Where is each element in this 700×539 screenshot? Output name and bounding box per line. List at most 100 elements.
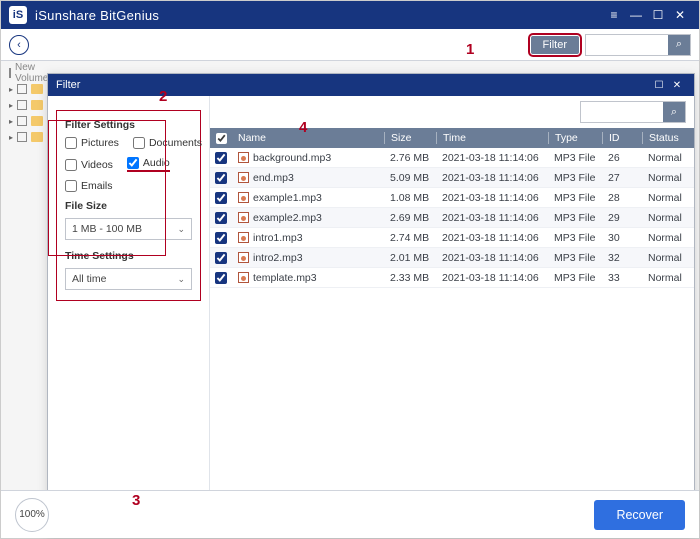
- header-name[interactable]: Name: [232, 132, 384, 144]
- chevron-down-icon: ⌄: [177, 274, 185, 285]
- time-select[interactable]: All time⌄: [65, 268, 192, 290]
- filter-settings-box: Filter Settings Pictures Documents Video…: [56, 110, 201, 301]
- file-type: MP3 File: [548, 252, 602, 264]
- filter-panel-close[interactable]: ✕: [668, 80, 686, 91]
- file-type: MP3 File: [548, 192, 602, 204]
- file-id: 28: [602, 192, 642, 204]
- file-icon: [238, 272, 249, 283]
- bottom-bar: 100% Recover: [1, 490, 699, 538]
- file-type: MP3 File: [548, 212, 602, 224]
- file-icon: [238, 252, 249, 263]
- file-time: 2021-03-18 11:14:06: [436, 212, 548, 224]
- row-checkbox[interactable]: [215, 232, 227, 244]
- row-checkbox[interactable]: [215, 192, 227, 204]
- file-status: Normal: [642, 192, 694, 204]
- file-name: template.mp3: [253, 272, 317, 284]
- minimize-button[interactable]: —: [625, 8, 647, 22]
- title-bar: iS iSunshare BitGenius ≡ — ☐ ✕: [1, 1, 699, 29]
- progress-indicator: 100%: [15, 498, 49, 532]
- file-size: 2.01 MB: [384, 252, 436, 264]
- file-size: 2.69 MB: [384, 212, 436, 224]
- file-status: Normal: [642, 232, 694, 244]
- file-name: end.mp3: [253, 172, 294, 184]
- header-id[interactable]: ID: [602, 132, 642, 144]
- filter-settings-pane: Filter Settings Pictures Documents Video…: [48, 96, 210, 534]
- table-row[interactable]: intro2.mp3 2.01 MB2021-03-18 11:14:06MP3 …: [210, 248, 694, 268]
- time-settings-heading: Time Settings: [65, 250, 192, 262]
- file-size: 1.08 MB: [384, 192, 436, 204]
- table-row[interactable]: example1.mp31.08 MB2021-03-18 11:14:06MP…: [210, 188, 694, 208]
- search-icon[interactable]: ⌕: [663, 102, 685, 122]
- folder-tree: New Volume(E:\) ▸ ▸ ▸ ▸: [9, 65, 49, 145]
- toolbar: ‹ Filter ⌕: [1, 29, 699, 61]
- file-icon: [238, 172, 249, 183]
- filter-audio[interactable]: Audio: [127, 157, 170, 172]
- file-type: MP3 File: [548, 172, 602, 184]
- row-checkbox[interactable]: [215, 252, 227, 264]
- file-size-select[interactable]: 1 MB - 100 MB⌄: [65, 218, 192, 240]
- file-size-heading: File Size: [65, 200, 192, 212]
- close-button[interactable]: ✕: [669, 8, 691, 22]
- file-size: 2.76 MB: [384, 152, 436, 164]
- table-row[interactable]: intro1.mp32.74 MB2021-03-18 11:14:06MP3 …: [210, 228, 694, 248]
- header-size[interactable]: Size: [384, 132, 436, 144]
- filter-pictures[interactable]: Pictures: [65, 137, 119, 149]
- filter-settings-heading: Filter Settings: [65, 119, 192, 131]
- file-size: 5.09 MB: [384, 172, 436, 184]
- row-checkbox[interactable]: [215, 152, 227, 164]
- maximize-button[interactable]: ☐: [647, 8, 669, 22]
- menu-icon[interactable]: ≡: [603, 8, 625, 22]
- file-status: Normal: [642, 272, 694, 284]
- file-name: intro1.mp3: [253, 232, 303, 244]
- filter-results-pane: ⌕ Name Size Time Type ID Status backgrou…: [210, 96, 694, 534]
- search-box-main: ⌕: [585, 34, 691, 56]
- file-id: 26: [602, 152, 642, 164]
- file-size: 2.33 MB: [384, 272, 436, 284]
- row-checkbox[interactable]: [215, 272, 227, 284]
- file-time: 2021-03-18 11:14:06: [436, 152, 548, 164]
- file-time: 2021-03-18 11:14:06: [436, 252, 548, 264]
- app-logo: iS: [9, 6, 27, 24]
- file-name: example2.mp3: [253, 212, 322, 224]
- row-checkbox[interactable]: [215, 212, 227, 224]
- file-icon: [238, 212, 249, 223]
- file-name: background.mp3: [253, 152, 331, 164]
- filter-button[interactable]: Filter: [531, 36, 579, 54]
- file-name: intro2.mp3: [253, 252, 303, 264]
- search-input-main[interactable]: [586, 35, 668, 55]
- row-checkbox[interactable]: [215, 172, 227, 184]
- header-status[interactable]: Status: [642, 132, 694, 144]
- file-type: MP3 File: [548, 232, 602, 244]
- file-icon: [238, 152, 249, 163]
- file-id: 29: [602, 212, 642, 224]
- file-time: 2021-03-18 11:14:06: [436, 172, 548, 184]
- file-icon: [238, 232, 249, 243]
- file-id: 30: [602, 232, 642, 244]
- file-id: 27: [602, 172, 642, 184]
- select-all-checkbox[interactable]: [216, 133, 227, 144]
- search-box-panel: ⌕: [580, 101, 686, 123]
- table-row[interactable]: example2.mp3 2.69 MB2021-03-18 11:14:06MP…: [210, 208, 694, 228]
- app-title: iSunshare BitGenius: [35, 8, 603, 23]
- table-row[interactable]: background.mp3 2.76 MB2021-03-18 11:14:06…: [210, 148, 694, 168]
- search-input-panel[interactable]: [581, 102, 663, 122]
- table-row[interactable]: end.mp3 5.09 MB2021-03-18 11:14:06MP3 Fil…: [210, 168, 694, 188]
- table-header: Name Size Time Type ID Status: [210, 128, 694, 148]
- file-time: 2021-03-18 11:14:06: [436, 232, 548, 244]
- search-icon[interactable]: ⌕: [668, 35, 690, 55]
- file-status: Normal: [642, 252, 694, 264]
- header-type[interactable]: Type: [548, 132, 602, 144]
- recover-button[interactable]: Recover: [594, 500, 685, 530]
- table-row[interactable]: template.mp32.33 MB2021-03-18 11:14:06MP…: [210, 268, 694, 288]
- filter-videos[interactable]: Videos: [65, 157, 113, 172]
- results-table: Name Size Time Type ID Status background…: [210, 128, 694, 534]
- file-status: Normal: [642, 152, 694, 164]
- file-status: Normal: [642, 172, 694, 184]
- back-button[interactable]: ‹: [9, 35, 29, 55]
- file-status: Normal: [642, 212, 694, 224]
- filter-panel-title: Filter: [56, 79, 650, 91]
- filter-emails[interactable]: Emails: [65, 180, 113, 192]
- filter-documents[interactable]: Documents: [133, 137, 202, 149]
- header-time[interactable]: Time: [436, 132, 548, 144]
- filter-panel-maximize[interactable]: ☐: [650, 80, 668, 91]
